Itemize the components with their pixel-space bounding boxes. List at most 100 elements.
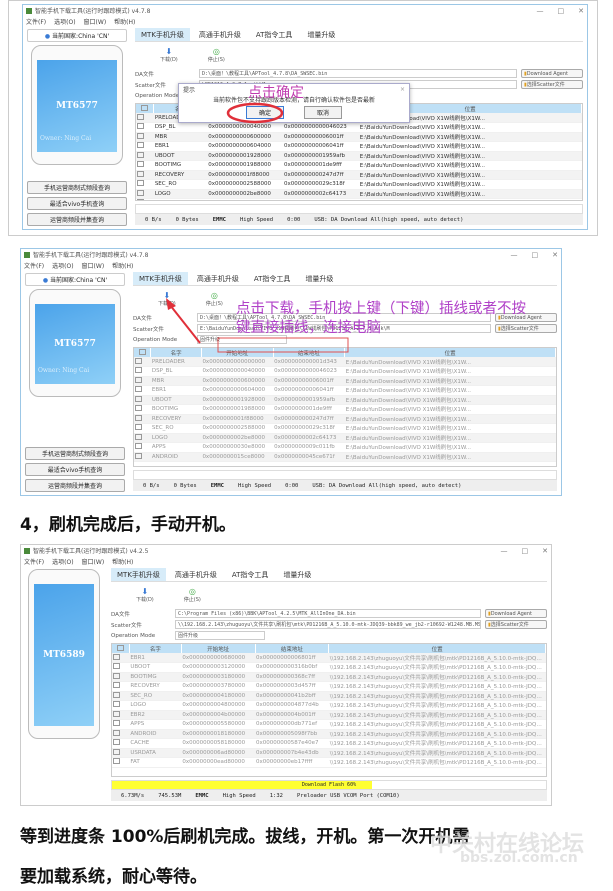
- row-checkbox[interactable]: [112, 738, 130, 749]
- table-cell: 0x0000000002be8000: [201, 433, 274, 443]
- row-checkbox[interactable]: [112, 729, 130, 739]
- table-cell: \\192.168.2.143\zhuguoyu\文件共享\刷机包\mtk\PD…: [328, 738, 546, 749]
- row-checkbox[interactable]: [112, 662, 130, 673]
- close-icon[interactable]: ✕: [542, 547, 548, 555]
- side-query-button[interactable]: 手机运营商制式频段查询: [25, 447, 125, 460]
- table-row[interactable]: LOGO 0x0000000002be8000 0x0000000002c64173…: [134, 433, 556, 443]
- progress-text: Download Flash 60%: [301, 782, 357, 788]
- column-header: 开始地址: [181, 644, 256, 653]
- select-scatter-button[interactable]: ▮选择Scatter文件: [485, 620, 547, 629]
- row-checkbox[interactable]: [134, 433, 151, 443]
- status-field: EMMC: [210, 482, 224, 489]
- table-cell: RECOVERY: [150, 414, 202, 424]
- tab-0[interactable]: MTK手机升级: [111, 568, 166, 581]
- status-field: 745.53M: [158, 792, 182, 799]
- flash-tool-window-3: 智能手机下载工具(运行时跟踪模式) v4.2.5 — □ ✕ 文件(F) 选项(O) 窗口(…: [20, 544, 552, 806]
- column-header: 位置: [328, 644, 546, 653]
- partition-table[interactable]: 名字 开始地址 结束地址 位置 EBR1 0x0000000000680000 0x0000…: [111, 643, 547, 777]
- minimize-icon[interactable]: —: [501, 547, 508, 555]
- table-row[interactable]: FAT 0x00000000ead80000 0x00000000eb17ffff \…: [112, 757, 546, 768]
- final-text-line2: 要加载系统，耐心等待。: [20, 867, 207, 887]
- side-query-button[interactable]: 运营商频段并集查询: [25, 479, 125, 492]
- table-row[interactable]: APPS 0x0000000005580000 0x000000000db771ef…: [112, 719, 546, 730]
- table-row[interactable]: RECOVERY 0x0000000003780000 0x0000000003d4…: [112, 681, 546, 692]
- table-cell: ANDROID: [129, 729, 182, 739]
- table-cell: 0x000000007b4e43db: [255, 748, 329, 758]
- table-cell: USRDATA: [129, 748, 182, 758]
- table-row[interactable]: SEC_RO 0x0000000004180000 0x00000000041b2b…: [112, 691, 546, 701]
- table-cell: 0x0000000009c011fb: [273, 442, 345, 453]
- select-all-checkbox[interactable]: [112, 644, 130, 653]
- menu-item[interactable]: 选项(O): [52, 557, 73, 566]
- stop-button[interactable]: ◎ 停止(S): [184, 587, 201, 603]
- stop-label: 停止(S): [183, 597, 201, 603]
- table-row[interactable]: SEC_RO 0x0000000002588000 0x00000000029c31…: [134, 423, 556, 434]
- tab-1[interactable]: 高通手机升级: [169, 568, 223, 581]
- download-button[interactable]: ⬇ 下载(D): [136, 587, 154, 603]
- operation-mode-select[interactable]: 固件升级: [175, 631, 265, 640]
- table-cell: 0x0000000005580000: [181, 719, 256, 730]
- da-file-input[interactable]: C:\Program Files (x86)\BBK\APTool_4.2.5\…: [175, 609, 481, 618]
- table-cell: 0x0000000001de9fff: [273, 404, 345, 415]
- side-query-button[interactable]: 最适合vivo手机查询: [25, 463, 125, 476]
- step-4-heading: 4，刷机完成后，手动开机。: [20, 515, 236, 535]
- row-checkbox[interactable]: [134, 442, 151, 453]
- row-checkbox[interactable]: [112, 710, 130, 720]
- row-checkbox[interactable]: [134, 414, 151, 424]
- table-row[interactable]: UBOOT 0x0000000003120000 0x000000000316b0b…: [112, 662, 546, 673]
- row-checkbox[interactable]: [134, 452, 151, 462]
- app-icon: [24, 547, 30, 554]
- table-row[interactable]: BOOTIMG 0x0000000003180000 0x000000000368c…: [112, 672, 546, 682]
- table-row[interactable]: CACHE 0x0000000058180000 0x00000000587e40e…: [112, 738, 546, 749]
- table-row[interactable]: ANDROID 0x0000000018180000 0x000000005098f…: [112, 729, 546, 739]
- row-checkbox[interactable]: [112, 700, 130, 711]
- title-bar: 智能手机下载工具(运行时跟踪模式) v4.2.5 — □ ✕: [21, 545, 551, 556]
- final-text-line1: 等到进度条 100%后刷机完成。拔线，开机。第一次开机需: [20, 827, 470, 847]
- menu-bar: 文件(F) 选项(O) 窗口(W) 帮助(H): [21, 556, 551, 566]
- row-checkbox[interactable]: [112, 653, 130, 663]
- table-cell: 0x0000000045ce671f: [273, 452, 345, 462]
- table-cell: APPS: [150, 442, 202, 453]
- status-field: 0:00: [285, 482, 299, 489]
- row-checkbox[interactable]: [134, 404, 151, 415]
- scatter-file-select[interactable]: \\192.168.2.143\zhuguoyu\文件共享\刷机包\mtk\PD…: [175, 620, 481, 629]
- table-row[interactable]: RECOVERY 0x0000000001f88000 0x000000000247…: [134, 414, 556, 424]
- table-cell: EBR2: [129, 710, 182, 720]
- row-checkbox[interactable]: [112, 672, 130, 682]
- table-cell: ANDROID: [150, 452, 202, 462]
- row-checkbox[interactable]: [134, 423, 151, 434]
- row-checkbox[interactable]: [112, 748, 130, 758]
- menu-item[interactable]: 帮助(H): [112, 557, 133, 566]
- table-row[interactable]: LOGO 0x0000000004800000 0x0000000004877d4b…: [112, 700, 546, 711]
- table-row[interactable]: USRDATA 0x000000006ad80000 0x000000007b4e4…: [112, 748, 546, 758]
- table-row[interactable]: EBR1 0x0000000000680000 0x00000000006801ff…: [112, 653, 546, 663]
- status-field: Preloader USB VCOM Port (COM10): [297, 792, 400, 799]
- table-cell: 0x0000000004877d4b: [255, 700, 329, 711]
- window-title: 智能手机下载工具(运行时跟踪模式) v4.2.5: [33, 548, 149, 555]
- table-cell: SEC_RO: [129, 691, 182, 701]
- status-field: EMMC: [195, 792, 209, 799]
- row-checkbox[interactable]: [112, 719, 130, 730]
- download-label: 下载(D): [136, 597, 154, 603]
- download-agent-button[interactable]: ▮Download Agent: [485, 609, 547, 618]
- row-checkbox[interactable]: [112, 691, 130, 701]
- status-bar: 0 B/s 0 Bytes EMMC High Speed 0:00 USB: DA Do…: [133, 480, 557, 491]
- row-checkbox[interactable]: [112, 757, 130, 768]
- tab-bar: MTK手机升级 高通手机升级 AT指令工具 增量升级: [111, 568, 547, 582]
- tab-2[interactable]: AT指令工具: [226, 568, 275, 581]
- download-arrow-icon: ⬇: [141, 587, 149, 596]
- menu-item[interactable]: 文件(F): [24, 557, 44, 566]
- table-row[interactable]: BOOTIMG 0x0000000001988000 0x0000000001de9…: [134, 404, 556, 415]
- table-row[interactable]: EBR2 0x0000000004b00000 0x0000000004b001ff…: [112, 710, 546, 720]
- download-agent-label: Download Agent: [490, 611, 533, 617]
- table-row[interactable]: APPS0x00000000030e80000x0000000009c011fb…: [134, 442, 556, 453]
- table-cell: 0x0000000004180000: [181, 691, 256, 701]
- table-cell: 0x0000000001988000: [201, 404, 274, 415]
- menu-item[interactable]: 窗口(W): [82, 557, 105, 566]
- maximize-icon[interactable]: □: [522, 547, 529, 555]
- table-row[interactable]: ANDROID 0x0000000015ce8000 0x0000000045ce6…: [134, 452, 556, 462]
- tab-3[interactable]: 增量升级: [277, 568, 317, 581]
- row-checkbox[interactable]: [112, 681, 130, 692]
- table-cell: LOGO: [150, 433, 202, 443]
- table-cell: 0x00000000eb17ffff: [255, 757, 329, 768]
